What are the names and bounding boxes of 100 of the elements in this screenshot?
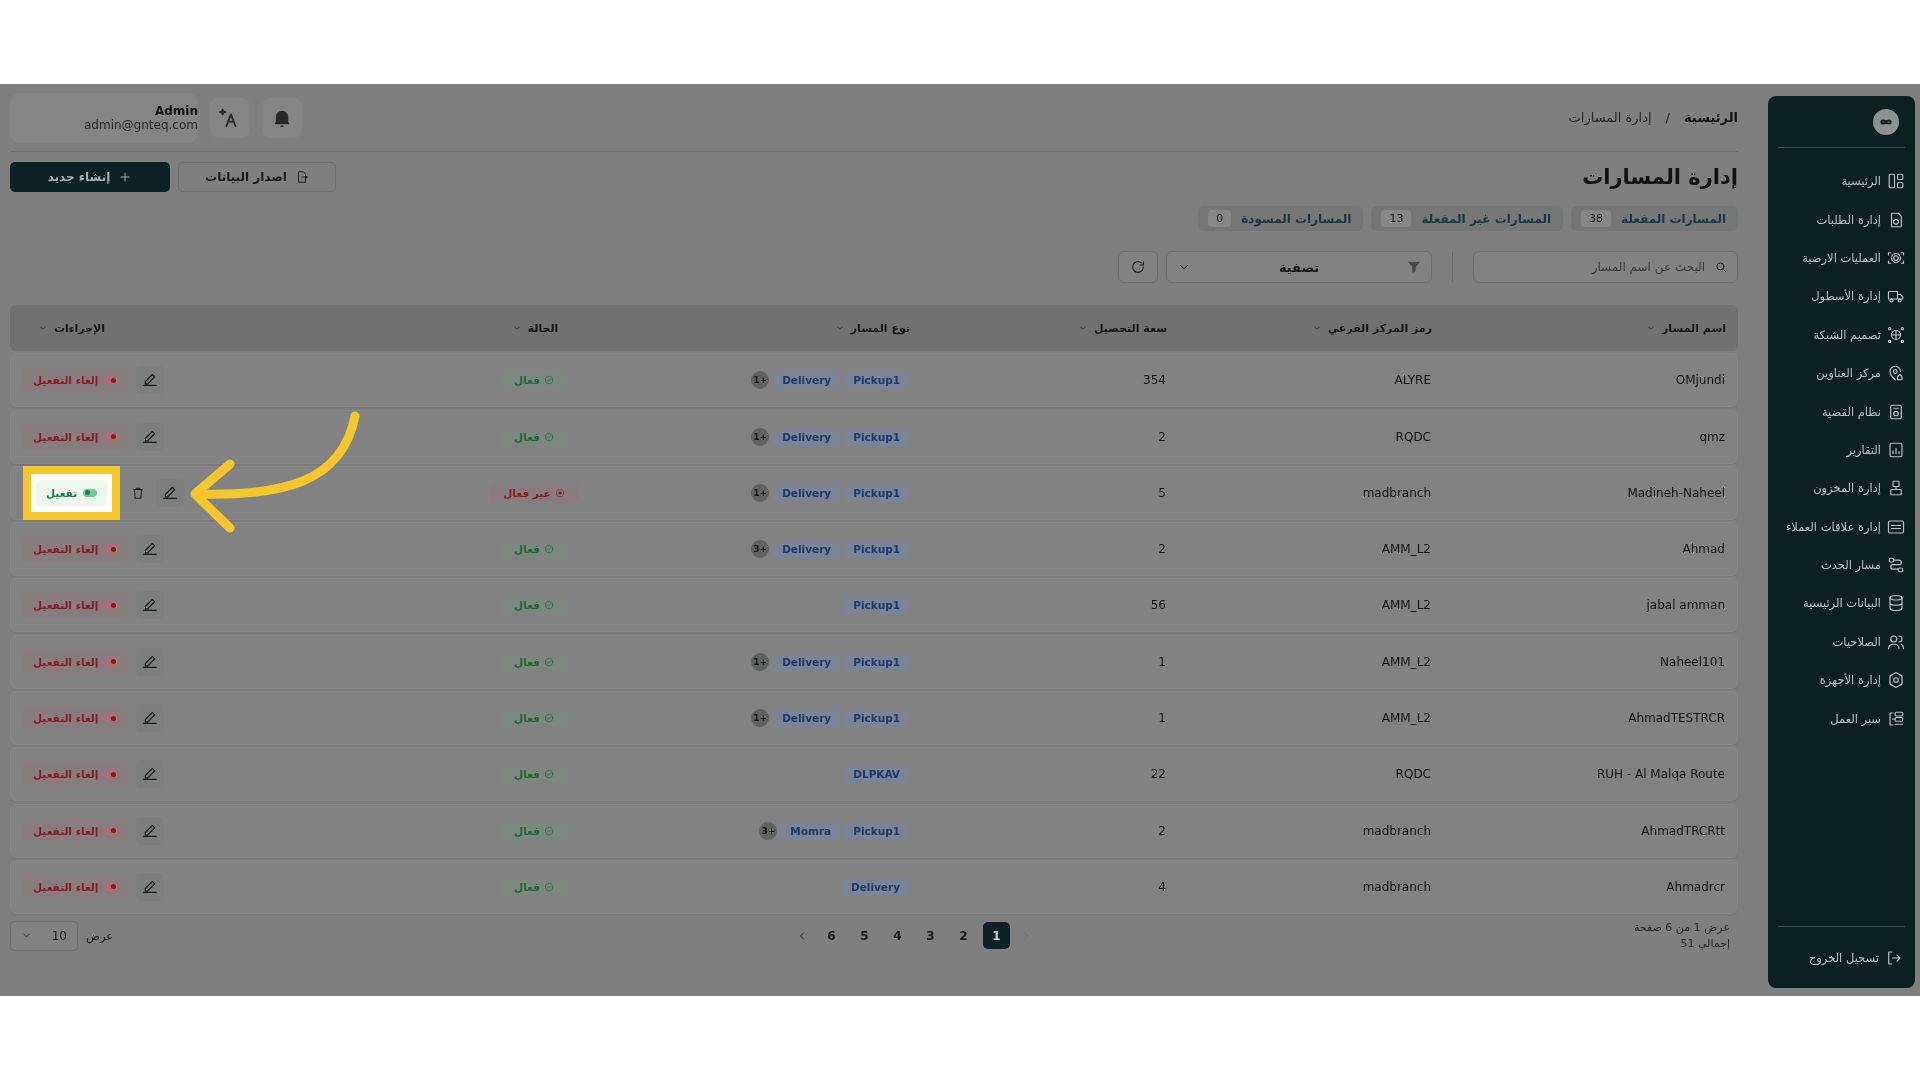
- chevron-down-icon: [1646, 323, 1656, 333]
- check-circle-icon: [543, 656, 554, 667]
- page-size-label: عرض: [86, 928, 114, 943]
- table-cell-text: 354: [1142, 373, 1167, 388]
- table-cell-text: jabal amman: [1645, 598, 1726, 613]
- table-cell-text: Madineh-Naheel: [1626, 485, 1726, 500]
- check-circle-icon: [543, 713, 554, 724]
- sidebar-item[interactable]: العمليات الارضية: [1768, 238, 1915, 278]
- column-header[interactable]: اسم المسار: [1662, 321, 1726, 335]
- logo-icon: [1873, 108, 1899, 135]
- column-header[interactable]: الحالة: [527, 321, 559, 335]
- check-circle-icon: [543, 769, 554, 780]
- pencil-icon: [163, 485, 178, 500]
- table-cell-text: 2: [1157, 823, 1167, 838]
- chevron-down-icon: [1311, 323, 1322, 333]
- chevron-down-icon: [1078, 323, 1088, 333]
- sidebar-item[interactable]: الصلاحيات: [1768, 622, 1915, 662]
- sidebar-item[interactable]: التقارير: [1768, 430, 1915, 470]
- create-button[interactable]: إنشاء جديد: [10, 162, 170, 192]
- breadcrumb-link[interactable]: إدارة المسارات: [1568, 110, 1652, 125]
- funnel-icon: [1407, 260, 1421, 274]
- column-header[interactable]: الإجراءات: [54, 321, 105, 335]
- page-size-select[interactable]: 10: [10, 920, 78, 951]
- edit-button[interactable]: [136, 816, 165, 845]
- route-type-tag: Delivery: [773, 427, 841, 446]
- status-tag: فعال: [500, 709, 568, 728]
- user-email: admin@gnteq.com: [84, 117, 198, 132]
- page-button[interactable]: 4: [884, 922, 911, 950]
- status-tag: فعال: [500, 652, 568, 671]
- gear-icon: [1887, 671, 1905, 690]
- more-count: 1+: [751, 483, 770, 502]
- page-button[interactable]: 5: [851, 922, 878, 950]
- edit-button[interactable]: [136, 422, 165, 451]
- page-button[interactable]: 2: [950, 922, 977, 950]
- network-icon: [1887, 325, 1905, 344]
- sidebar-item[interactable]: مسار الحدث: [1768, 545, 1915, 585]
- route-type-tag: Delivery: [773, 709, 841, 728]
- more-count: 1+: [751, 371, 770, 390]
- table-cell-text: qmz: [1698, 429, 1726, 444]
- route-type-tag: Pickup1: [844, 709, 909, 728]
- table-cell-text: AMM_L2: [1380, 542, 1432, 557]
- activate-button[interactable]: تفعيل: [36, 479, 108, 506]
- table-cell-text: 5: [1157, 485, 1167, 500]
- filter-dropdown[interactable]: تصفية: [1166, 251, 1432, 283]
- edit-button[interactable]: [136, 366, 165, 395]
- sidebar-item[interactable]: سير العمل: [1768, 699, 1915, 738]
- user-card[interactable]: Admin admin@gnteq.com: [10, 92, 198, 143]
- page-button[interactable]: 6: [818, 922, 845, 950]
- breadcrumb-link[interactable]: الرئيسية: [1683, 110, 1738, 125]
- edit-button[interactable]: [136, 760, 165, 789]
- table-cell-text: RQDC: [1394, 767, 1432, 782]
- pencil-icon: [143, 598, 158, 613]
- status-tag: فعال: [500, 540, 568, 559]
- edit-button[interactable]: [136, 872, 165, 901]
- table-cell-text: 4: [1157, 879, 1167, 894]
- status-tag: فعال: [500, 877, 568, 896]
- edit-button[interactable]: [136, 591, 165, 620]
- sidebar-item[interactable]: إدارة الطلبات: [1768, 200, 1915, 239]
- tab-count: 38: [1581, 210, 1612, 227]
- edit-button[interactable]: [136, 647, 165, 676]
- route-type-tag: Delivery: [773, 652, 841, 671]
- logout-button[interactable]: تسجيل الخروج: [1778, 926, 1905, 988]
- check-circle-icon: [543, 600, 554, 611]
- column-header[interactable]: نوع المسار: [850, 321, 910, 335]
- sidebar-item[interactable]: إدارة الأجهزة: [1768, 661, 1915, 700]
- column-header[interactable]: رمز المركز الفرعي: [1327, 321, 1432, 335]
- route-type-tag: Pickup1: [844, 821, 909, 840]
- sidebar-item[interactable]: إدارة المخزون: [1768, 469, 1915, 508]
- page-info: عرض 1 من 6 صفحة: [1632, 921, 1730, 935]
- search-field[interactable]: البحث عن اسم المسار: [1473, 251, 1738, 283]
- more-count: 1+: [751, 427, 770, 446]
- edit-button[interactable]: [136, 535, 165, 564]
- table-cell-text: AMM_L2: [1380, 654, 1432, 669]
- table-cell-text: Ahmad: [1681, 542, 1726, 557]
- sidebar-item[interactable]: مركز العناوين: [1768, 353, 1915, 393]
- check-circle-icon: [543, 375, 554, 386]
- export-button[interactable]: اصدار البيانات: [178, 162, 336, 192]
- language-button[interactable]: [210, 97, 250, 138]
- card-icon: [1887, 517, 1905, 536]
- edit-button[interactable]: [156, 478, 185, 507]
- pencil-icon: [143, 429, 158, 444]
- chevron-down-icon: [38, 323, 48, 333]
- sidebar-item[interactable]: نظام القضية: [1768, 392, 1915, 431]
- sidebar-item[interactable]: إدارة الأسطول: [1768, 277, 1915, 316]
- refresh-icon: [1130, 259, 1146, 275]
- pencil-icon: [143, 879, 158, 894]
- sidebar-item[interactable]: الرئيسية: [1768, 162, 1915, 201]
- column-header[interactable]: سعة التحصيل: [1094, 321, 1167, 335]
- route-type-tag: Pickup1: [844, 652, 909, 671]
- sidebar-item[interactable]: إدارة علاقات العملاء: [1768, 507, 1915, 546]
- route-type-tag: Delivery: [773, 483, 841, 502]
- page-button[interactable]: 3: [917, 922, 944, 950]
- route-type-tag: Delivery: [773, 540, 841, 559]
- page-button[interactable]: 1: [983, 922, 1010, 950]
- refresh-button[interactable]: [1118, 251, 1158, 283]
- notifications-button[interactable]: [262, 97, 302, 138]
- edit-button[interactable]: [136, 704, 165, 733]
- sidebar-item[interactable]: البيانات الرئيسية: [1768, 584, 1915, 623]
- sidebar-item[interactable]: تصميم الشبكة: [1768, 315, 1915, 354]
- database-icon: [1887, 594, 1905, 613]
